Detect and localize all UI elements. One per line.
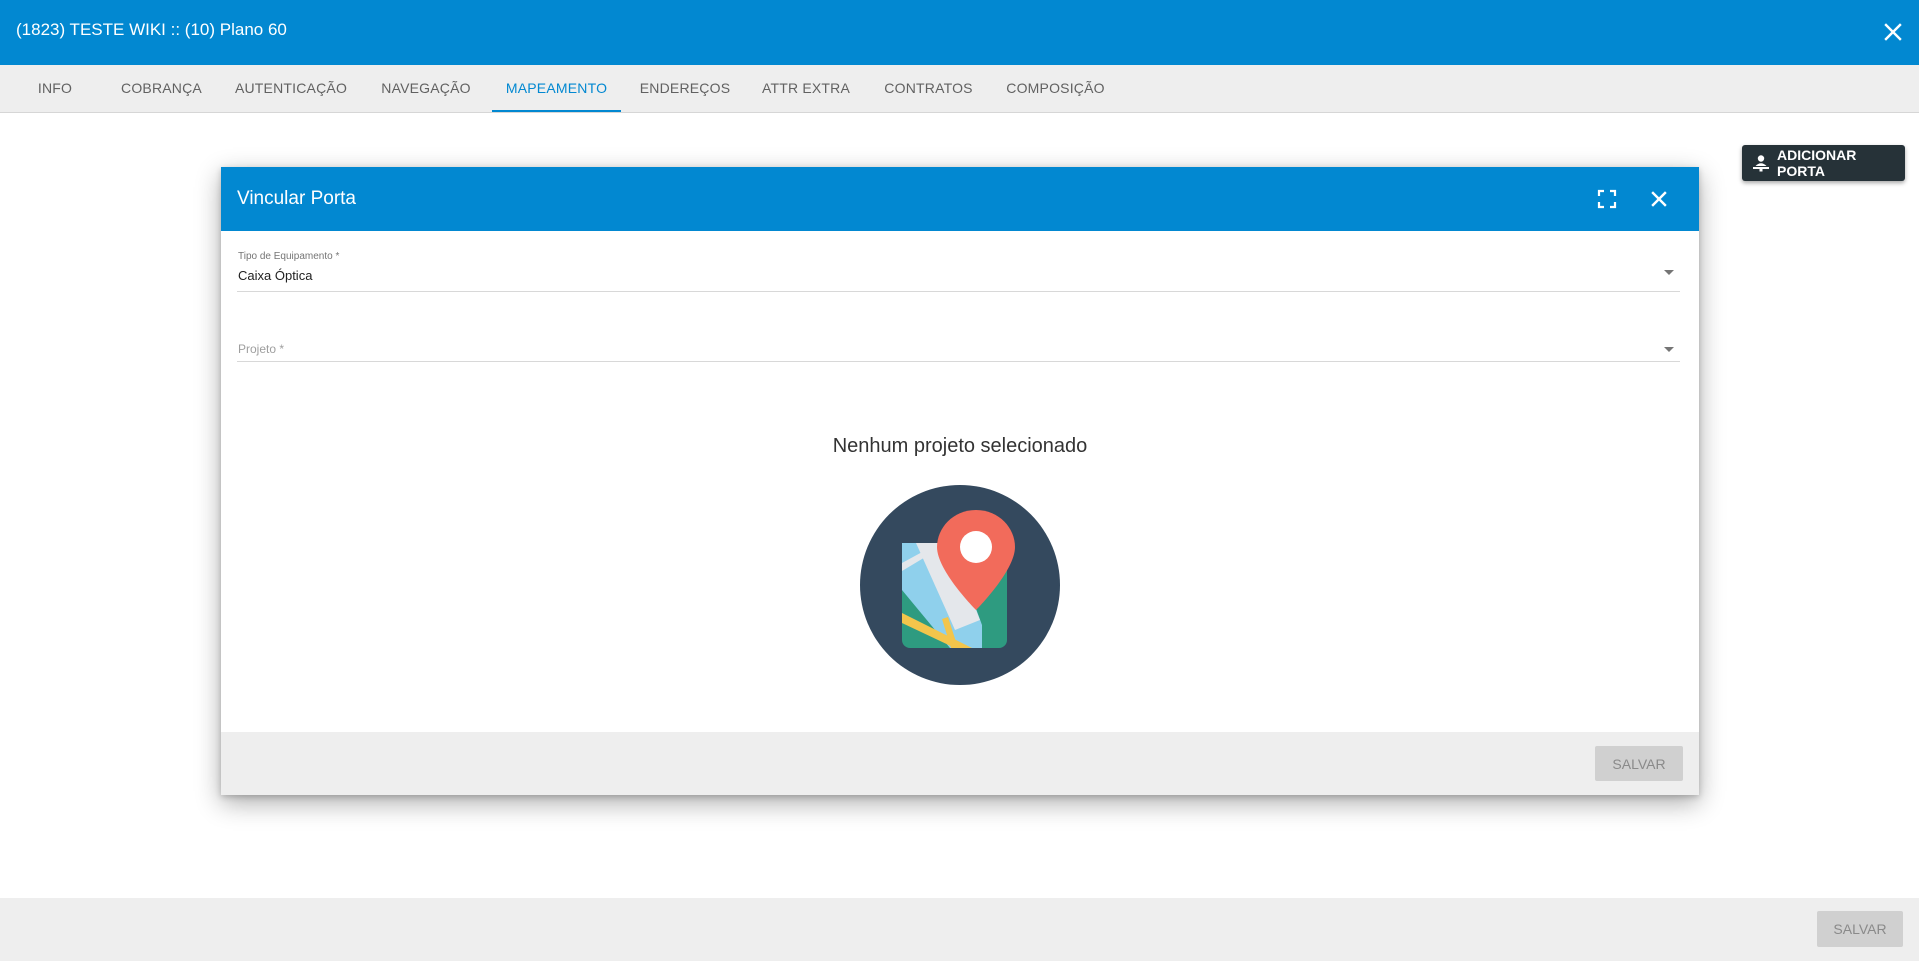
empty-state-message: Nenhum projeto selecionado bbox=[832, 435, 1088, 457]
window-header: (1823) TESTE WIKI :: (10) Plano 60 bbox=[0, 0, 1919, 65]
tab-composicao[interactable]: COMPOSIÇÃO bbox=[998, 65, 1113, 112]
project-placeholder: Projeto * bbox=[238, 342, 285, 356]
window-title: (1823) TESTE WIKI :: (10) Plano 60 bbox=[16, 20, 287, 39]
tab-bar: INFO COBRANÇA AUTENTICAÇÃO NAVEGAÇÃO MAP… bbox=[0, 65, 1919, 113]
tab-cobranca[interactable]: COBRANÇA bbox=[110, 65, 213, 112]
dialog-header: Vincular Porta bbox=[221, 167, 1699, 231]
tab-info[interactable]: INFO bbox=[25, 65, 85, 112]
equipment-type-label: Tipo de Equipamento * bbox=[238, 251, 340, 262]
close-icon bbox=[1651, 191, 1667, 207]
add-port-button[interactable]: ADICIONAR PORTA bbox=[1742, 145, 1905, 181]
dialog-save-button[interactable]: SALVAR bbox=[1595, 746, 1683, 781]
tab-contratos[interactable]: CONTRATOS bbox=[876, 65, 981, 112]
tab-autenticacao[interactable]: AUTENTICAÇÃO bbox=[226, 65, 356, 112]
chevron-down-icon bbox=[1664, 347, 1674, 352]
map-pin-icon bbox=[860, 485, 1060, 685]
chevron-down-icon bbox=[1664, 270, 1674, 275]
page-footer: SALVAR bbox=[0, 898, 1919, 961]
project-select[interactable]: Projeto * bbox=[237, 317, 1680, 362]
save-button[interactable]: SALVAR bbox=[1817, 911, 1903, 947]
add-port-label: ADICIONAR PORTA bbox=[1777, 147, 1857, 179]
tab-mapeamento[interactable]: MAPEAMENTO bbox=[492, 65, 621, 112]
equipment-type-select[interactable]: Tipo de Equipamento * Caixa Óptica bbox=[237, 251, 1680, 292]
tab-navegacao[interactable]: NAVEGAÇÃO bbox=[374, 65, 478, 112]
dialog-footer: SALVAR bbox=[221, 732, 1699, 795]
close-icon bbox=[1884, 23, 1902, 41]
person-pin-icon bbox=[1752, 154, 1770, 172]
equipment-type-value: Caixa Óptica bbox=[238, 268, 313, 283]
tab-attr-extra[interactable]: ATTR EXTRA bbox=[754, 65, 858, 112]
fullscreen-button[interactable] bbox=[1596, 188, 1618, 210]
window-close-button[interactable] bbox=[1877, 16, 1909, 48]
link-port-dialog: Vincular Porta Tipo de Equipamento * Cai… bbox=[221, 167, 1699, 795]
dialog-title: Vincular Porta bbox=[237, 188, 356, 209]
tab-enderecos[interactable]: ENDEREÇOS bbox=[633, 65, 737, 112]
dialog-close-button[interactable] bbox=[1647, 187, 1671, 211]
fullscreen-icon bbox=[1597, 189, 1617, 209]
